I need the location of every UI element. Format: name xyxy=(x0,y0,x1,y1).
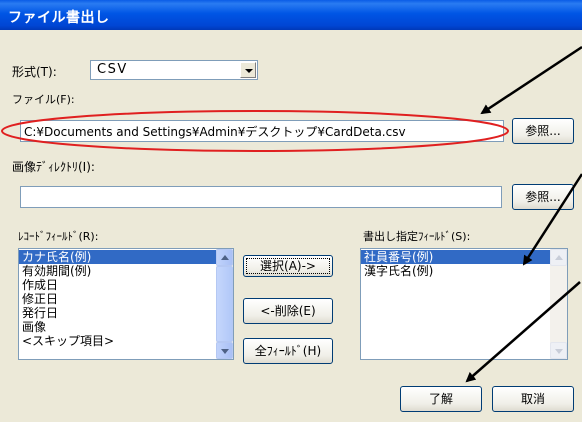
chevron-down-icon[interactable] xyxy=(240,62,256,78)
format-label: 形式(T): xyxy=(12,65,57,79)
format-select[interactable]: CSV xyxy=(90,60,258,80)
ok-button[interactable]: 了解 xyxy=(400,386,482,412)
all-fields-button-label: 全ﾌｨｰﾙﾄﾞ(H) xyxy=(254,344,322,358)
list-item[interactable]: 有効期間(例) xyxy=(19,264,216,278)
arrow-down-icon xyxy=(221,349,229,354)
scroll-down-button[interactable] xyxy=(550,342,567,359)
cancel-button[interactable]: 取消 xyxy=(492,386,574,412)
export-fields-items: 社員番号(例) 漢字氏名(例) xyxy=(361,250,550,278)
image-dir-input[interactable] xyxy=(20,186,502,208)
file-path-value: C:¥Documents and Settings¥Admin¥デスクトップ¥C… xyxy=(24,125,406,139)
arrow-down-icon xyxy=(555,349,563,354)
arrow-to-file-path xyxy=(480,45,582,115)
arrow-up-icon xyxy=(555,255,563,260)
list-item[interactable]: 作成日 xyxy=(19,278,216,292)
list-item[interactable]: 画像 xyxy=(19,320,216,334)
title-bar[interactable]: ファイル書出し xyxy=(0,0,582,30)
record-fields-scrollbar[interactable] xyxy=(216,249,233,359)
scroll-down-button[interactable] xyxy=(216,342,233,359)
list-item[interactable]: 漢字氏名(例) xyxy=(361,264,550,278)
all-fields-button[interactable]: 全ﾌｨｰﾙﾄﾞ(H) xyxy=(243,338,333,364)
cancel-button-label: 取消 xyxy=(520,392,545,406)
scroll-thumb[interactable] xyxy=(216,266,233,342)
file-browse-button[interactable]: 参照... xyxy=(512,118,574,144)
ok-button-label: 了解 xyxy=(428,392,453,406)
scroll-up-button[interactable] xyxy=(216,249,233,266)
list-item[interactable]: 発行日 xyxy=(19,306,216,320)
select-button[interactable]: 選択(A)-> xyxy=(243,255,333,277)
window-title: ファイル書出し xyxy=(8,10,110,26)
arrow-up-icon xyxy=(221,255,229,260)
record-fields-label: ﾚｺｰﾄﾞﾌｨｰﾙﾄﾞ(R): xyxy=(18,230,99,243)
image-dir-browse-label: 参照... xyxy=(525,190,561,204)
format-value: CSV xyxy=(97,62,128,77)
list-item[interactable]: 社員番号(例) xyxy=(361,250,550,264)
select-button-label: 選択(A)-> xyxy=(260,259,316,273)
export-fields-scrollbar[interactable] xyxy=(550,249,567,359)
list-item[interactable]: カナ氏名(例) xyxy=(19,250,216,264)
file-label: ファイル(F): xyxy=(12,93,75,106)
export-fields-label: 書出し指定ﾌｨｰﾙﾄﾞ(S): xyxy=(363,230,471,243)
delete-button[interactable]: <-削除(E) xyxy=(243,298,333,324)
image-dir-browse-button[interactable]: 参照... xyxy=(512,184,574,210)
file-path-input[interactable]: C:¥Documents and Settings¥Admin¥デスクトップ¥C… xyxy=(20,120,504,142)
image-dir-label: 画像ﾃﾞｨﾚｸﾄﾘ(I): xyxy=(12,160,95,174)
file-browse-label: 参照... xyxy=(525,124,561,138)
list-item[interactable]: <スキップ項目> xyxy=(19,334,216,348)
delete-button-label: <-削除(E) xyxy=(260,304,316,318)
record-fields-list[interactable]: カナ氏名(例) 有効期間(例) 作成日 修正日 発行日 画像 <スキップ項目> xyxy=(18,248,234,360)
list-item[interactable]: 修正日 xyxy=(19,292,216,306)
record-fields-items: カナ氏名(例) 有効期間(例) 作成日 修正日 発行日 画像 <スキップ項目> xyxy=(19,250,216,348)
scroll-up-button[interactable] xyxy=(550,249,567,266)
export-fields-list[interactable]: 社員番号(例) 漢字氏名(例) xyxy=(360,248,568,360)
